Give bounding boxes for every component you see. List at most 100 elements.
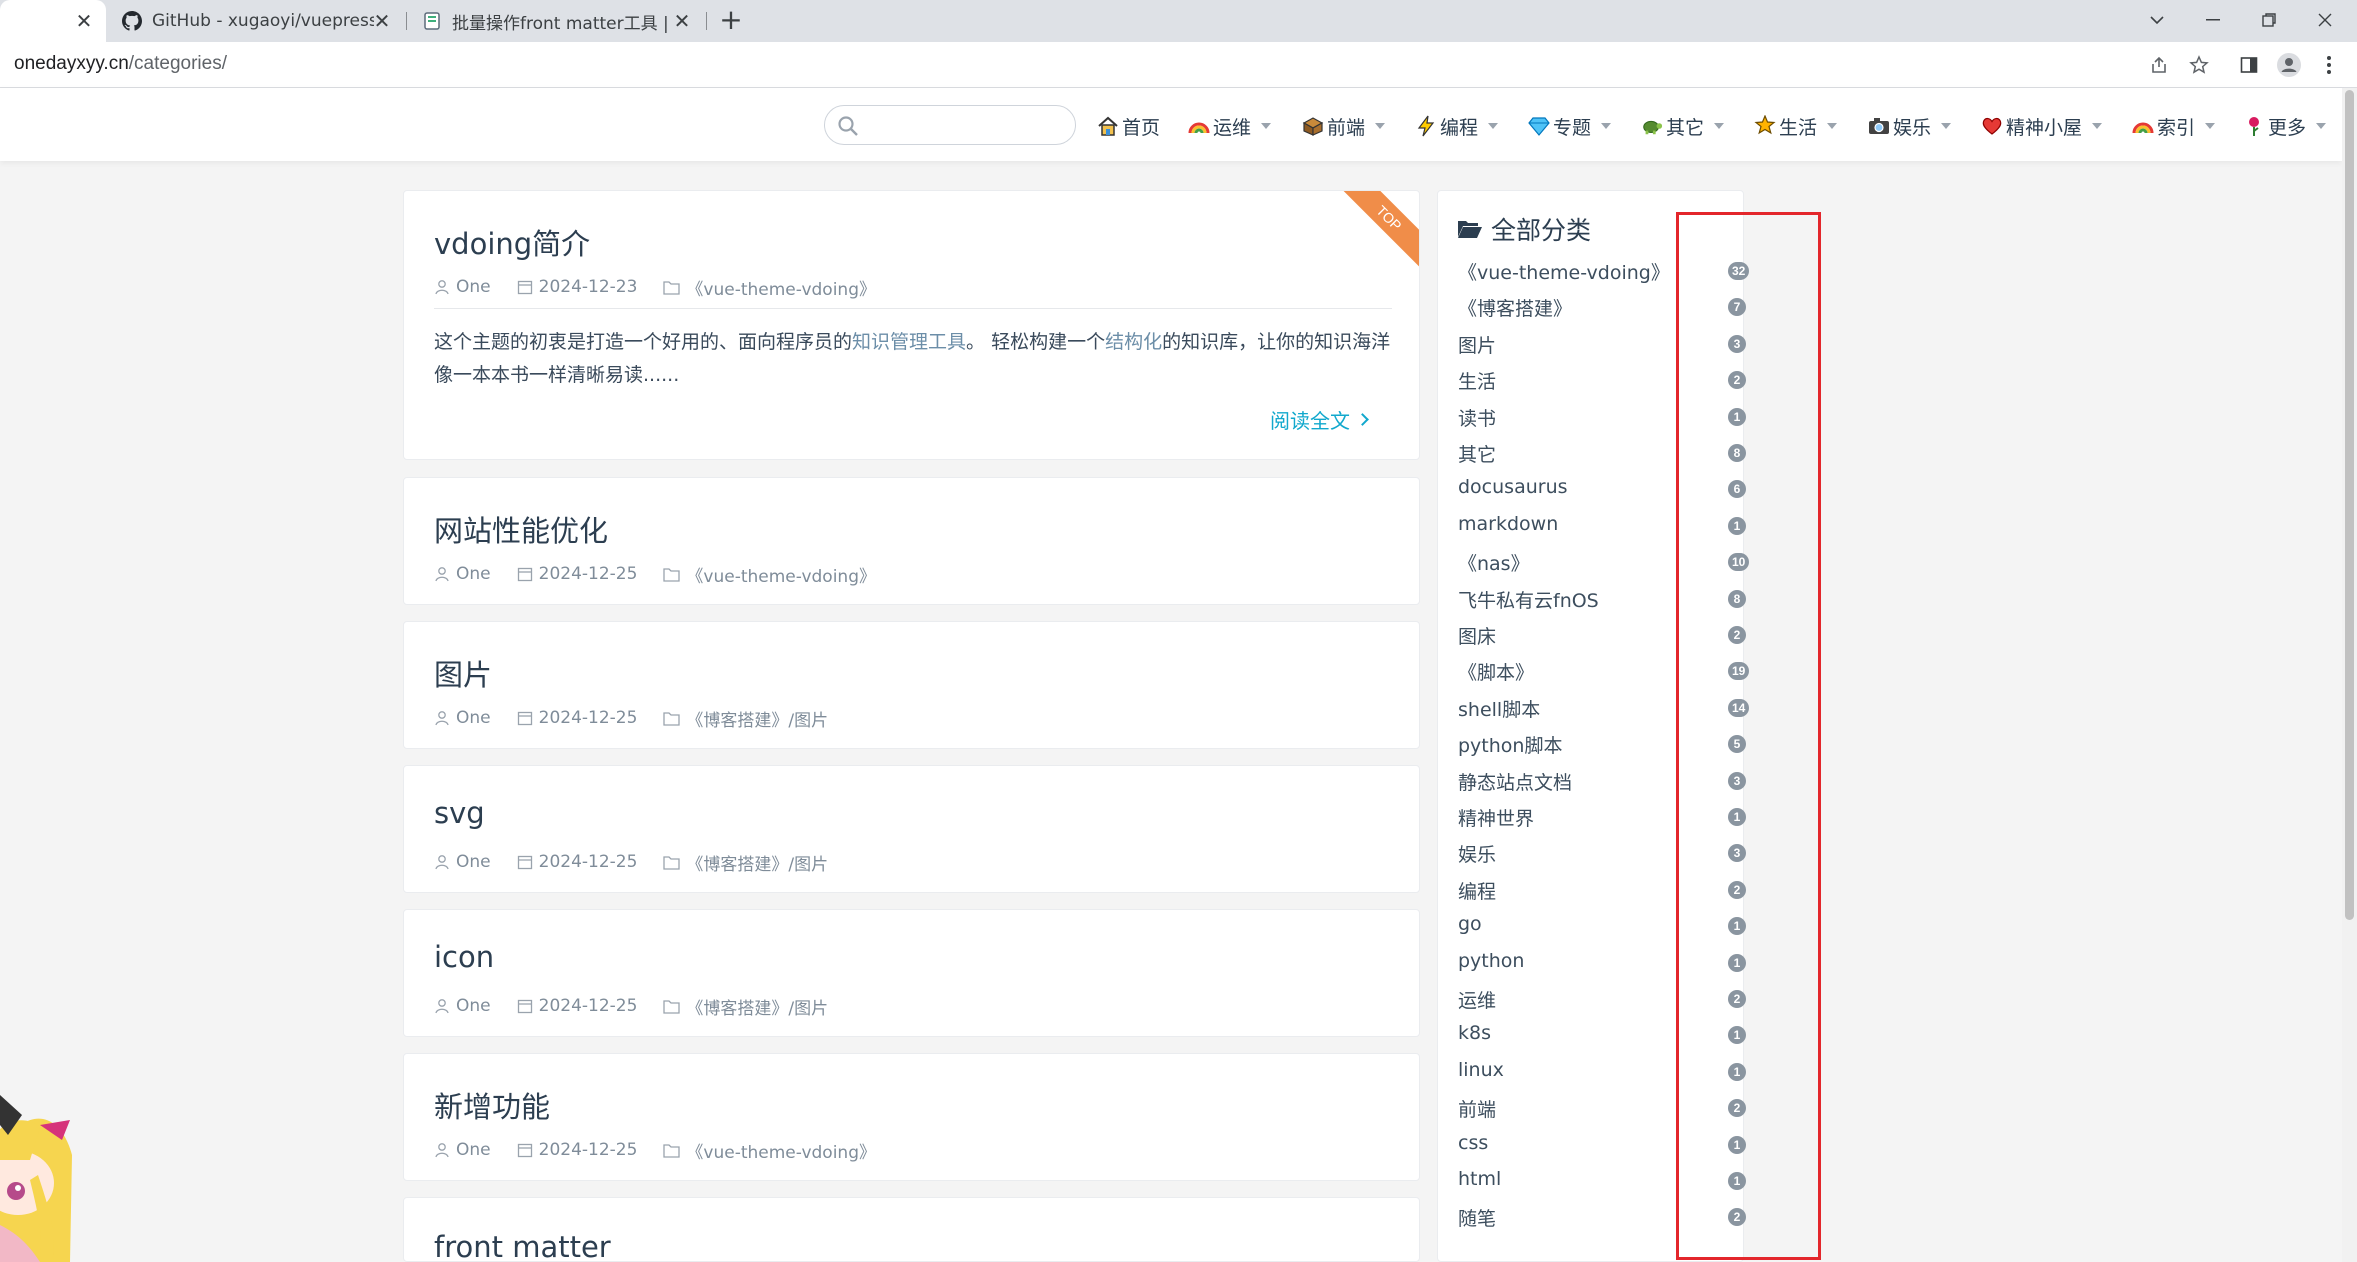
category-name[interactable]: 《博客搭建》 [1458,294,1572,321]
category-name[interactable]: 生活 [1458,367,1496,394]
close-window-button[interactable] [2297,0,2353,40]
post-author[interactable]: One [434,996,491,1016]
home-icon [1097,115,1119,137]
category-name[interactable]: go [1458,913,1482,935]
post-date: 2024-12-25 [517,708,637,728]
user-icon [435,711,449,726]
tab-search-chevron-icon[interactable] [2129,0,2185,40]
post-card: svg One 2024-12-25 《博客搭建》/图片 [403,765,1420,893]
scrollbar-thumb[interactable] [2345,90,2354,920]
search-input[interactable] [824,105,1076,145]
nav-item-ops[interactable]: 运维 [1188,112,1272,140]
nav-item-life[interactable]: 生活 [1754,112,1838,140]
category-name[interactable]: markdown [1458,513,1558,535]
url-host: onedayxyy.cn [14,53,129,74]
nav-item-other[interactable]: 其它 [1641,112,1725,140]
nav-item-label: 索引 [2157,116,2196,139]
post-author[interactable]: One [434,564,491,584]
category-name[interactable]: k8s [1458,1022,1491,1044]
category-name[interactable]: 读书 [1458,404,1496,431]
meta-divider [434,308,1392,309]
category-name[interactable]: shell脚本 [1458,695,1540,722]
nav-item-label: 更多 [2268,116,2307,139]
category-name[interactable]: 飞牛私有云fnOS [1458,586,1599,613]
folder-icon [663,280,681,295]
post-title[interactable]: icon [434,940,494,974]
category-name[interactable]: css [1458,1132,1488,1154]
nav-item-programming[interactable]: 编程 [1415,112,1499,140]
post-card: 网站性能优化 One 2024-12-25 《vue-theme-vdoing》 [403,477,1420,605]
nav-item-more[interactable]: 更多 [2243,112,2327,140]
category-name[interactable]: 《nas》 [1458,549,1530,576]
post-author[interactable]: One [434,708,491,728]
category-name[interactable]: 《脚本》 [1458,658,1534,685]
nav-item-entertainment[interactable]: 娱乐 [1868,112,1952,140]
chevron-down-icon [1714,123,1725,129]
nav-item-topics[interactable]: 专题 [1528,112,1612,140]
user-icon [435,567,449,582]
address-bar: onedayxyy.cn/categories/ [0,42,2357,88]
nav-item-label: 运维 [1213,116,1252,139]
post-title[interactable]: front matter [434,1230,611,1261]
chevron-down-icon [2205,123,2216,129]
minimize-button[interactable] [2185,0,2241,40]
post-category[interactable]: 《vue-theme-vdoing》 [663,1138,876,1163]
url-field[interactable]: onedayxyy.cn/categories/ [14,53,227,75]
category-name[interactable]: python [1458,950,1524,972]
folder-icon [663,999,681,1014]
mascot-character[interactable] [0,1065,110,1262]
category-name[interactable]: 图床 [1458,622,1496,649]
user-icon [435,855,449,870]
category-name[interactable]: 运维 [1458,986,1496,1013]
share-icon[interactable] [2146,52,2172,78]
category-name[interactable]: docusaurus [1458,476,1568,498]
category-name[interactable]: linux [1458,1059,1504,1081]
nav-item-home[interactable]: 首页 [1097,112,1160,140]
nav-item-index[interactable]: 索引 [2132,112,2216,140]
side-panel-icon[interactable] [2236,52,2262,78]
close-icon[interactable]: ✕ [72,9,96,33]
post-card: 新增功能 One 2024-12-25 《vue-theme-vdoing》 [403,1053,1420,1181]
post-title[interactable]: 新增功能 [434,1084,550,1126]
close-icon[interactable]: ✕ [670,9,694,33]
post-title[interactable]: 网站性能优化 [434,508,608,550]
browser-tab-github[interactable]: GitHub - xugaoyi/vuepress-the ✕ [108,0,404,42]
browser-tab-frontmatter[interactable]: 批量操作front matter工具 | vue ✕ [408,0,704,42]
category-name[interactable]: 编程 [1458,877,1496,904]
nav-item-frontend[interactable]: 前端 [1302,112,1386,140]
category-name[interactable]: 精神世界 [1458,804,1534,831]
category-name[interactable]: 前端 [1458,1095,1496,1122]
post-title[interactable]: vdoing简介 [434,221,590,263]
category-name[interactable]: 静态站点文档 [1458,768,1572,795]
browser-tab-active[interactable]: ✕ [0,0,106,42]
post-category[interactable]: 《博客搭建》/图片 [663,994,828,1019]
page-scrollbar[interactable] [2342,88,2357,1262]
category-name[interactable]: 图片 [1458,331,1496,358]
close-icon[interactable]: ✕ [370,9,394,33]
tab-separator [706,12,707,30]
menu-kebab-icon[interactable] [2316,52,2342,78]
post-category[interactable]: 《vue-theme-vdoing》 [663,275,876,300]
bookmark-star-icon[interactable] [2186,52,2212,78]
post-author[interactable]: One [434,277,491,297]
post-category[interactable]: 《vue-theme-vdoing》 [663,562,876,587]
category-name[interactable]: 其它 [1458,440,1496,467]
post-meta: One 2024-12-23 《vue-theme-vdoing》 [434,275,902,300]
categories-header: 全部分类 [1457,211,1591,247]
category-name[interactable]: 《vue-theme-vdoing》 [1458,258,1670,285]
post-category[interactable]: 《博客搭建》/图片 [663,850,828,875]
post-author[interactable]: One [434,852,491,872]
category-name[interactable]: python脚本 [1458,731,1562,758]
nav-item-spirit-cabin[interactable]: 精神小屋 [1981,112,2103,140]
post-title[interactable]: svg [434,796,485,830]
post-category[interactable]: 《博客搭建》/图片 [663,706,828,731]
post-author[interactable]: One [434,1140,491,1160]
category-name[interactable]: html [1458,1168,1501,1190]
category-name[interactable]: 随笔 [1458,1204,1496,1231]
restore-button[interactable] [2241,0,2297,40]
post-title[interactable]: 图片 [434,652,492,694]
new-tab-button[interactable]: + [716,6,746,36]
read-more-link[interactable]: 阅读全文 [1270,405,1369,434]
profile-avatar-icon[interactable] [2276,52,2302,78]
category-name[interactable]: 娱乐 [1458,840,1496,867]
